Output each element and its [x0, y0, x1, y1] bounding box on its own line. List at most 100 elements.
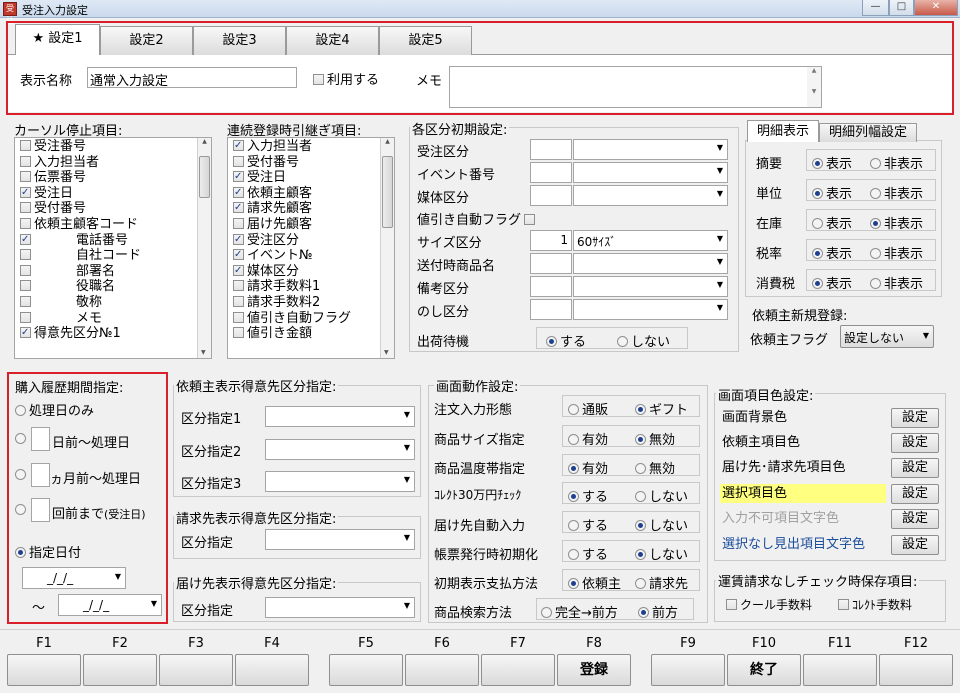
detail-show-option[interactable]: 表示: [812, 183, 852, 202]
carry-checkbox[interactable]: [233, 327, 244, 339]
initial-row-code-input[interactable]: [530, 253, 572, 274]
screen-option-b-radio[interactable]: [635, 491, 646, 502]
tab-setting1[interactable]: ★ 設定1: [15, 24, 100, 55]
fkey-button-f12[interactable]: [879, 654, 953, 686]
detail-hide-option[interactable]: 非表示: [870, 243, 923, 262]
cursor-checkbox[interactable]: [20, 202, 31, 214]
cursor-item[interactable]: 受付番号: [15, 201, 211, 217]
screen-option-b[interactable]: しない: [635, 515, 688, 534]
shipping-wait-no[interactable]: しない: [617, 331, 670, 350]
screen-option-a[interactable]: 通販: [568, 399, 608, 418]
fkey-button-f1[interactable]: [7, 654, 81, 686]
carry-checkbox[interactable]: [233, 138, 244, 154]
freight-collect-fee-checkbox[interactable]: [838, 599, 849, 610]
cursor-item[interactable]: メモ: [15, 311, 211, 327]
carry-checkbox[interactable]: [233, 280, 244, 292]
carry-checkbox[interactable]: [233, 247, 244, 263]
close-icon[interactable]: ✕: [914, 0, 958, 16]
fkey-button-f2[interactable]: [83, 654, 157, 686]
screen-option-b-radio[interactable]: [635, 434, 646, 445]
carry-checkbox[interactable]: [233, 295, 244, 307]
screen-option-a-radio[interactable]: [568, 520, 579, 531]
carry-checkbox[interactable]: [233, 169, 244, 185]
client-flag-select[interactable]: 設定しない ▼: [840, 325, 934, 348]
shipping-wait-yes-radio[interactable]: [546, 336, 557, 347]
tab-setting4[interactable]: 設定4: [286, 26, 379, 55]
freight-cool-fee[interactable]: クール手数料: [726, 596, 812, 613]
carry-item[interactable]: 値引き金額: [228, 326, 394, 342]
carry-item[interactable]: 媒体区分: [228, 263, 394, 280]
carry-item[interactable]: 受付番号: [228, 155, 394, 171]
freight-collect-fee[interactable]: ｺﾚｸﾄ手数料: [838, 596, 912, 613]
cursor-item[interactable]: 伝票番号: [15, 170, 211, 186]
detail-hide-option[interactable]: 非表示: [870, 273, 923, 292]
fkey-button-f7[interactable]: [481, 654, 555, 686]
screen-option-b-radio[interactable]: [635, 404, 646, 415]
screen-option-b-radio[interactable]: [635, 520, 646, 531]
fkey-button-f11[interactable]: [803, 654, 877, 686]
screen-option-a-radio[interactable]: [568, 434, 579, 445]
fkey-button-f4[interactable]: [235, 654, 309, 686]
history-option-date[interactable]: 指定日付: [15, 542, 81, 561]
cursor-checkbox[interactable]: [20, 185, 31, 200]
detail-show-radio[interactable]: [812, 218, 823, 229]
carry-item[interactable]: 請求先顧客: [228, 200, 394, 217]
history-option-days-radio[interactable]: [15, 433, 26, 444]
shipping-wait-yes[interactable]: する: [546, 331, 586, 350]
memo-textarea[interactable]: ▲ ▼: [449, 66, 822, 108]
tab-detail-column-width[interactable]: 明細列幅設定: [819, 123, 917, 142]
history-months-input[interactable]: [31, 463, 50, 487]
tab-setting2[interactable]: 設定2: [100, 26, 193, 55]
discount-flag[interactable]: 値引き自動フラグ: [417, 209, 538, 228]
carry-item[interactable]: 入力担当者: [228, 138, 394, 155]
detail-hide-option[interactable]: 非表示: [870, 213, 923, 232]
detail-show-option[interactable]: 表示: [812, 273, 852, 292]
initial-row-select[interactable]: ▼: [573, 139, 728, 160]
detail-hide-radio[interactable]: [870, 188, 881, 199]
cursor-checkbox[interactable]: [20, 232, 31, 247]
carry-item[interactable]: 依頼主顧客: [228, 185, 394, 202]
cursor-item[interactable]: 自社コード: [15, 248, 211, 264]
history-option-days[interactable]: [15, 432, 29, 447]
cursor-checkbox[interactable]: [20, 295, 31, 307]
history-option-times[interactable]: [15, 503, 29, 518]
initial-row-code-input[interactable]: 1: [530, 230, 572, 251]
fkey-button-f8[interactable]: 登録: [557, 654, 631, 686]
billing-category-select[interactable]: ▼: [265, 529, 415, 550]
screen-option-a-radio[interactable]: [541, 607, 552, 618]
dest-category-select[interactable]: ▼: [265, 597, 415, 618]
client-category-select[interactable]: ▼: [265, 406, 415, 427]
cursor-checkbox[interactable]: [20, 140, 31, 151]
cursor-checkbox[interactable]: [20, 217, 31, 229]
carry-item[interactable]: 受注区分: [228, 232, 394, 249]
cursor-item[interactable]: 電話番号: [15, 232, 211, 249]
screen-option-a[interactable]: 有効: [568, 458, 608, 477]
fkey-button-f3[interactable]: [159, 654, 233, 686]
cursor-checkbox[interactable]: [20, 311, 31, 323]
screen-option-b[interactable]: 無効: [635, 458, 675, 477]
fkey-button-f5[interactable]: [329, 654, 403, 686]
carry-checkbox[interactable]: [233, 232, 244, 247]
detail-show-radio[interactable]: [812, 188, 823, 199]
freight-cool-fee-checkbox[interactable]: [726, 599, 737, 610]
initial-row-select[interactable]: ▼: [573, 299, 728, 320]
screen-option-a-radio[interactable]: [568, 463, 579, 474]
screen-option-a[interactable]: 依頼主: [568, 573, 621, 592]
initial-row-code-input[interactable]: [530, 299, 572, 320]
display-name-input[interactable]: 通常入力設定: [87, 67, 297, 89]
cursor-item[interactable]: 入力担当者: [15, 155, 211, 171]
cursor-checkbox[interactable]: [20, 280, 31, 292]
screen-option-a[interactable]: する: [568, 544, 608, 563]
carry-item[interactable]: 請求手数料1: [228, 279, 394, 295]
tab-detail-display[interactable]: 明細表示: [747, 120, 819, 142]
detail-show-radio[interactable]: [812, 278, 823, 289]
color-settings-button[interactable]: 設定: [891, 484, 939, 504]
history-option-today[interactable]: 処理日のみ: [15, 400, 94, 419]
cursor-checkbox[interactable]: [20, 264, 31, 276]
discount-flag-checkbox[interactable]: [524, 214, 536, 225]
cursor-checkbox[interactable]: [20, 155, 31, 167]
carry-over-scrollbar[interactable]: ▲ ▼: [380, 138, 394, 358]
detail-hide-radio[interactable]: [870, 248, 881, 259]
initial-row-select[interactable]: 60ｻｲｽﾞ ▼: [573, 230, 728, 251]
detail-hide-option[interactable]: 非表示: [870, 153, 923, 172]
